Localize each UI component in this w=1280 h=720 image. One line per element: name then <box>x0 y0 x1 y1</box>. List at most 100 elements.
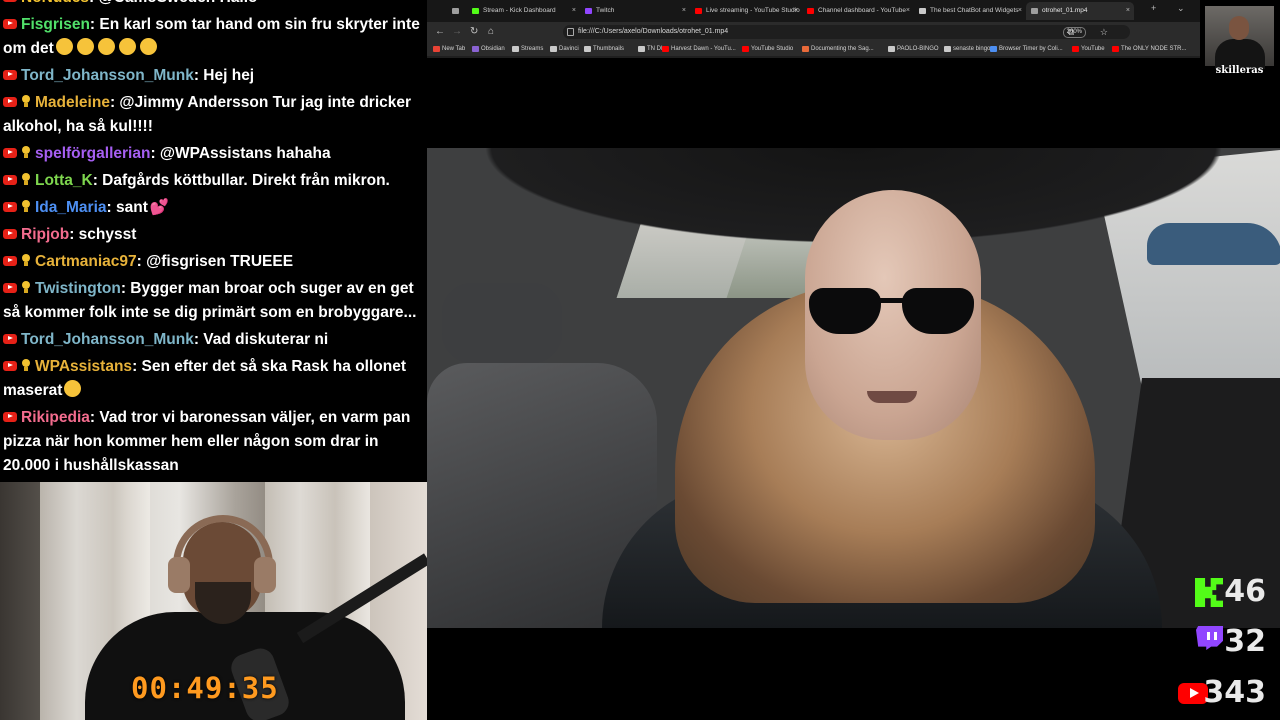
tab-label: otrohet_01.mp4 <box>1042 7 1088 14</box>
bookmark-item[interactable]: Davinci <box>549 43 579 55</box>
bookmark-item[interactable]: YouTube Studio <box>741 43 793 55</box>
bookmark-item[interactable]: Browser Timer by Coli... <box>989 43 1063 55</box>
browser-tab[interactable]: Channel dashboard - YouTube × <box>802 2 914 20</box>
webcam-feed: 00:49:35 <box>0 482 427 720</box>
member-bulb-icon <box>21 173 31 186</box>
browser-tab[interactable]: The best ChatBot and Widgets × <box>914 2 1026 20</box>
chat-text: : @fisgrisen TRUEEE <box>136 253 294 270</box>
headphone-cup <box>254 557 276 593</box>
video-player[interactable] <box>427 148 1280 628</box>
chat-message: Cartmaniac97: @fisgrisen TRUEEE <box>3 250 421 274</box>
chat-text: : Dafgårds köttbullar. Direkt från mikro… <box>92 171 390 189</box>
bookmark-item[interactable]: senaste bingon <box>943 43 994 55</box>
bookmark-item[interactable]: Streams <box>511 43 543 55</box>
tab-label: The best ChatBot and Widgets <box>930 7 1019 14</box>
chat-message: Twistington: Bygger man broar och suger … <box>3 277 421 325</box>
chat-panel: NoNudes: @CamoSweden Hallo Fisgrisen: En … <box>0 0 427 482</box>
chat-username[interactable]: NoNudes <box>21 0 89 6</box>
bookmark-star-icon[interactable]: ☆ <box>1100 26 1108 38</box>
mouth <box>867 391 917 403</box>
tab-search-dropdown[interactable]: ⌄ <box>1177 3 1185 14</box>
youtube-count: 343 <box>1203 675 1266 710</box>
reload-icon[interactable]: ↻ <box>470 25 478 39</box>
tab-favicon-icon <box>807 8 814 14</box>
member-bulb-icon <box>21 254 31 267</box>
emoji-icon: 💕 <box>149 198 170 216</box>
youtube-badge-icon <box>3 201 17 212</box>
chat-username[interactable]: Cartmaniac97 <box>35 253 137 270</box>
tab-close-icon[interactable]: × <box>1018 2 1022 20</box>
bookmark-item[interactable]: Obsidian <box>471 43 505 55</box>
bookmark-item[interactable]: Harvest Dawn - YouTu... <box>661 43 736 55</box>
tab-close-icon[interactable]: × <box>572 2 576 20</box>
avatar-photo <box>1205 6 1274 69</box>
address-bar[interactable]: file:///C:/Users/axelo/Downloads/otrohet… <box>563 25 1130 39</box>
bookmark-item[interactable]: New Tab <box>432 43 465 55</box>
zoom-indicator[interactable]: 200% <box>1062 27 1086 38</box>
twitch-icon <box>1196 626 1223 656</box>
bookmark-label: senaste bingon <box>953 46 994 52</box>
youtube-badge-icon <box>3 228 17 239</box>
chat-username[interactable]: Tord_Johansson_Munk <box>21 67 194 84</box>
browser-tab[interactable]: Stream - Kick Dashboard × <box>467 2 580 20</box>
sunglasses-lens <box>809 288 881 334</box>
home-icon[interactable]: ⌂ <box>488 25 494 39</box>
chat-username[interactable]: Fisgrisen <box>21 16 90 33</box>
chat-username[interactable]: Tord_Johansson_Munk <box>21 331 194 348</box>
navigation-bar: ← → ↻ ⌂ file:///C:/Users/axelo/Downloads… <box>427 22 1200 42</box>
chat-username[interactable]: Ripjob <box>21 226 69 243</box>
headphone-cup <box>168 557 190 593</box>
bookmark-icon <box>1112 46 1119 52</box>
bookmark-icon <box>638 46 645 52</box>
chat-username[interactable]: Madeleine <box>35 94 110 111</box>
bookmark-icon <box>433 46 440 52</box>
youtube-viewer-count: 343 <box>1203 675 1266 711</box>
tab-close-icon[interactable]: × <box>794 2 798 20</box>
bookmark-icon <box>512 46 519 52</box>
emoji-icon <box>139 38 157 56</box>
install-app-icon[interactable]: ⧉ <box>1068 26 1074 38</box>
chat-message: NoNudes: @CamoSweden Hallo <box>3 0 421 10</box>
back-arrow-icon[interactable]: ← <box>435 25 445 39</box>
tab-favicon-icon <box>695 8 702 14</box>
bookmark-item[interactable]: The ONLY NODE STR... <box>1111 43 1186 55</box>
bookmark-icon <box>742 46 749 52</box>
youtube-badge-icon <box>3 69 17 80</box>
chat-username[interactable]: Rikipedia <box>21 409 90 426</box>
chat-username[interactable]: spelförgallerian <box>35 145 150 162</box>
browser-tab[interactable]: otrohet_01.mp4 × <box>1026 2 1134 20</box>
youtube-badge-icon <box>3 147 17 158</box>
youtube-badge-icon <box>3 174 17 185</box>
twitch-count: 32 <box>1224 624 1266 659</box>
chat-message: Ida_Maria: sant 💕 <box>3 196 421 220</box>
tab-favicon-icon <box>585 8 592 14</box>
bookmark-item[interactable]: PAOLO-BINGO <box>887 43 939 55</box>
twitch-viewer-count: 32 <box>1224 624 1266 660</box>
tab-close-icon[interactable]: × <box>906 2 910 20</box>
tab-close-icon[interactable]: × <box>1126 2 1130 20</box>
bookmark-icon <box>472 46 479 52</box>
tab-label: Twitch <box>596 7 615 14</box>
browser-tab[interactable]: Twitch × <box>580 2 690 20</box>
new-tab-button[interactable]: + <box>1151 3 1156 13</box>
chat-username[interactable]: WPAssistans <box>35 358 132 375</box>
youtube-badge-icon <box>3 333 17 344</box>
youtube-badge-icon <box>3 0 17 2</box>
bookmark-item[interactable]: Thumbnails <box>583 43 624 55</box>
bookmark-item[interactable]: YouTube <box>1071 43 1105 55</box>
chat-username[interactable]: Ida_Maria <box>35 199 107 216</box>
bookmark-item[interactable]: Documenting the Sag... <box>801 43 874 55</box>
kick-count: 46 <box>1224 574 1266 609</box>
bookmark-icon <box>944 46 951 52</box>
chat-username[interactable]: Lotta_K <box>35 172 93 189</box>
tab-close-icon[interactable]: × <box>682 2 686 20</box>
bookmark-icon <box>1072 46 1079 52</box>
youtube-badge-icon <box>3 255 17 266</box>
bookmark-label: Documenting the Sag... <box>811 46 874 52</box>
tab-favicon-icon <box>919 8 926 14</box>
browser-tab[interactable] <box>447 2 467 20</box>
forward-arrow-icon[interactable]: → <box>452 25 462 39</box>
chat-username[interactable]: Twistington <box>35 280 121 297</box>
tab-label: Stream - Kick Dashboard <box>483 7 556 14</box>
browser-tab[interactable]: Live streaming - YouTube Studio × <box>690 2 802 20</box>
